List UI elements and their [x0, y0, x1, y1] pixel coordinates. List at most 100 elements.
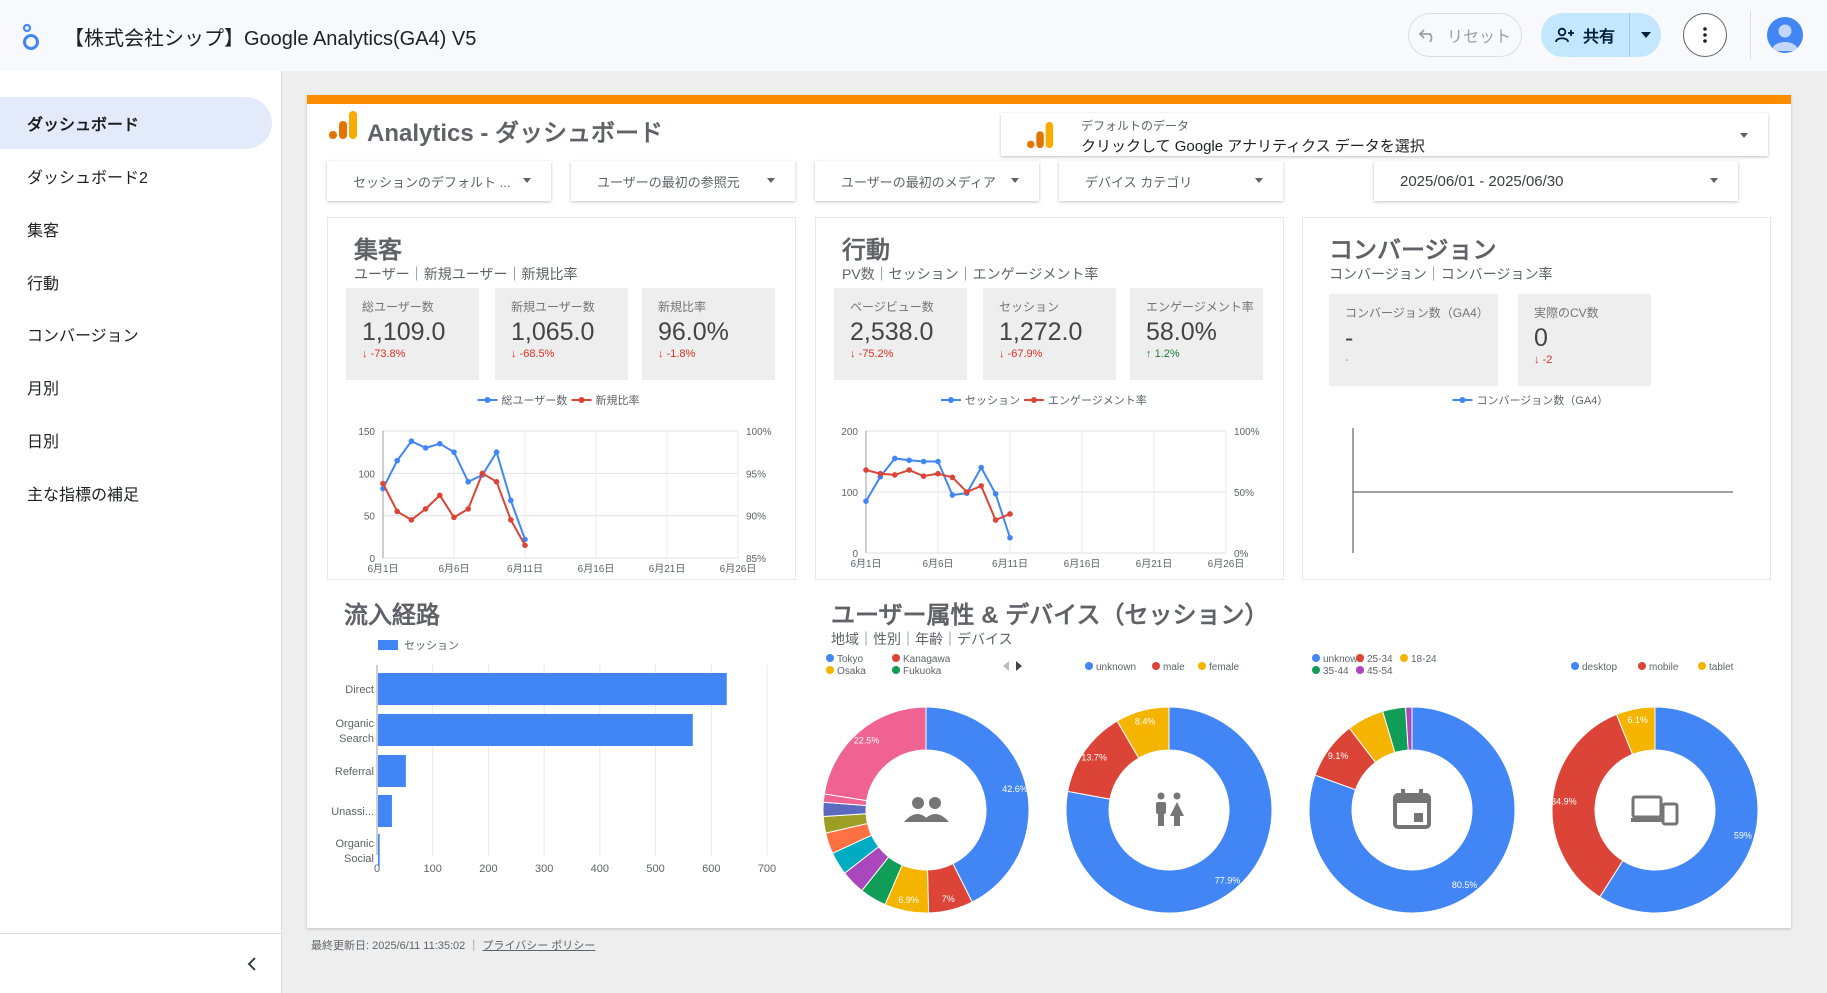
legend-label: コンバージョン数（GA4） — [1477, 394, 1609, 407]
legend-dot — [1638, 662, 1646, 670]
legend-dot — [1085, 662, 1093, 670]
share-dropdown-button[interactable] — [1629, 13, 1661, 57]
y2-tick-label: 100% — [1234, 427, 1260, 438]
account-avatar[interactable] — [1767, 17, 1803, 53]
nav-item-monthly[interactable]: 月別 — [0, 361, 272, 413]
filter-first-user-source[interactable]: ユーザーの最初の参照元 — [571, 161, 795, 201]
people-icon — [904, 797, 949, 822]
more-options-button[interactable] — [1683, 13, 1727, 57]
x-tick-label: 6月21日 — [649, 563, 686, 575]
legend-label: desktop — [1582, 662, 1617, 673]
region-donut-chart[interactable]: Tokyo Kanagawa Osaka Fukuoka 42.6% 7% 6.9% 22.5… — [822, 650, 1047, 915]
filter-first-user-medium[interactable]: ユーザーの最初のメディア — [815, 161, 1039, 201]
behavior-line-chart[interactable]: セッション エンゲージメント率01002000%50%100%6月1日 6月6日 6月… — [816, 388, 1285, 578]
filter-label: デバイス カテゴリ — [1085, 174, 1193, 190]
nav-item-behavior[interactable]: 行動 — [0, 256, 272, 308]
kpi-new-users[interactable]: 新規ユーザー数 1,065.0 ↓ -68.5% — [495, 288, 628, 380]
kpi-engagement-rate[interactable]: エンゲージメント率 58.0% ↑ 1.2% — [1130, 288, 1263, 380]
kpi-conversions-ga4[interactable]: コンバージョン数（GA4） - - — [1329, 294, 1498, 386]
page-navigation-sidebar: ダッシュボード ダッシュボード2 集客 行動 コンバージョン 月別 日別 主な指… — [0, 71, 282, 993]
kpi-value: 1,109.0 — [362, 318, 446, 346]
data-point — [508, 497, 514, 504]
y-tick-label: 200 — [841, 427, 858, 438]
nav-item-dashboard[interactable]: ダッシュボード — [0, 97, 272, 149]
data-source-selector[interactable]: デフォルトのデータ クリックして Google アナリティクス データを選択 — [1001, 113, 1768, 156]
x-tick-label: 6月26日 — [1208, 558, 1245, 570]
legend-label: エンゲージメント率 — [1048, 393, 1147, 407]
chevron-down-icon — [1011, 178, 1019, 183]
x-tick-label: 400 — [591, 863, 609, 875]
traffic-title: 流入経路 — [344, 602, 440, 629]
date-range-control[interactable]: 2025/06/01 - 2025/06/30 — [1374, 161, 1738, 201]
age-donut-chart[interactable]: unknown 25-34 18-2435-44 45-5480.5%9.1% — [1308, 650, 1533, 915]
x-tick-label: 6月26日 — [720, 563, 757, 575]
legend-dot — [1152, 662, 1160, 670]
looker-studio-logo-icon[interactable] — [18, 22, 44, 52]
x-tick-label: 6月1日 — [850, 558, 881, 570]
person-add-icon — [1555, 27, 1574, 43]
reset-button[interactable]: リセット — [1408, 13, 1522, 57]
nav-item-dashboard2[interactable]: ダッシュボード2 — [0, 150, 272, 202]
slice-label: 13.7% — [1081, 752, 1107, 762]
category-label: Organic — [335, 838, 374, 850]
conversion-line-chart[interactable]: コンバージョン数（GA4） — [1303, 388, 1772, 578]
nav-item-metrics-notes[interactable]: 主な指標の補足 — [0, 467, 272, 519]
legend-swatch — [378, 640, 398, 650]
demographics-subtitle: 地域｜性別｜年齢｜デバイス — [831, 631, 1013, 647]
filter-session-default-channel[interactable]: セッションのデフォルト ... — [327, 161, 551, 201]
behavior-panel: 行動 PV数｜セッション｜エンゲージメント率 ページビュー数 2,538.0 ↓… — [815, 217, 1284, 580]
privacy-policy-link[interactable]: プライバシー ポリシー — [482, 940, 595, 952]
bar — [378, 795, 392, 827]
data-point — [992, 517, 999, 523]
collapse-sidebar-button[interactable] — [238, 950, 266, 978]
data-point — [394, 508, 400, 515]
acquisition-title: 集客 — [354, 237, 402, 264]
share-button[interactable]: 共有 — [1541, 13, 1629, 57]
kpi-pageviews[interactable]: ページビュー数 2,538.0 ↓ -75.2% — [834, 288, 967, 380]
category-label: Referral — [335, 766, 374, 778]
data-selector-label: デフォルトのデータ — [1081, 119, 1190, 133]
legend-prev-icon — [1003, 661, 1009, 671]
nav-item-acquisition[interactable]: 集客 — [0, 203, 272, 255]
x-tick-label: 6月6日 — [922, 558, 953, 570]
kpi-delta: ↓ -1.8% — [658, 348, 696, 360]
filter-device-category[interactable]: デバイス カテゴリ — [1059, 161, 1283, 201]
kpi-new-user-rate[interactable]: 新規比率 96.0% ↓ -1.8% — [642, 288, 775, 380]
kpi-total-users[interactable]: 総ユーザー数 1,109.0 ↓ -73.8% — [346, 288, 479, 380]
kpi-label: ページビュー数 — [850, 300, 934, 314]
acquisition-line-chart[interactable]: 総ユーザー数 新規比率05010015085%90%95%100%6月1日 6月6日… — [328, 388, 797, 578]
kpi-label: 実際のCV数 — [1534, 306, 1599, 320]
data-point — [465, 479, 471, 485]
kpi-delta: - — [1345, 354, 1349, 366]
kpi-value: 2,538.0 — [850, 318, 934, 346]
chevron-left-icon — [247, 957, 256, 971]
kpi-sessions[interactable]: セッション 1,272.0 ↓ -67.9% — [983, 288, 1116, 380]
y-tick-label: 100 — [841, 488, 858, 499]
report-title[interactable]: 【株式会社シップ】Google Analytics(GA4) V5 — [64, 22, 476, 51]
nav-item-conversion[interactable]: コンバージョン — [0, 308, 272, 360]
category-label: Search — [339, 733, 374, 745]
device-donut-chart[interactable]: desktop mobile tablet 59% 34.9% 6.1% — [1551, 650, 1776, 915]
kpi-label: セッション — [999, 300, 1060, 314]
data-point — [863, 498, 869, 504]
report-accent-bar — [307, 95, 1791, 104]
filter-label: ユーザーの最初の参照元 — [597, 174, 740, 190]
category-label: Direct — [345, 684, 374, 696]
legend-label: 総ユーザー数 — [502, 393, 568, 407]
date-range-value: 2025/06/01 - 2025/06/30 — [1400, 172, 1564, 190]
legend-label: male — [1163, 662, 1185, 673]
reset-label: リセット — [1446, 29, 1511, 46]
slice-label: 77.9% — [1215, 875, 1241, 885]
footer-separator: ｜ — [468, 940, 480, 952]
bar — [378, 834, 380, 866]
gender-donut-chart[interactable]: unknown male female 77.9% 13.7% 8.4% — [1065, 650, 1290, 915]
nav-item-daily[interactable]: 日別 — [0, 414, 272, 466]
data-point — [437, 440, 443, 447]
kpi-actual-cv[interactable]: 実際のCV数 0 ↓ -2 — [1518, 294, 1651, 386]
data-point — [408, 438, 415, 444]
traffic-bar-chart[interactable]: セッション0 100 200 300 400 500 600 700DirectOrganic… — [307, 635, 797, 905]
legend-label: Kanagawa — [903, 654, 951, 665]
data-point — [422, 506, 429, 512]
data-point — [863, 467, 869, 473]
kpi-value: - — [1345, 324, 1354, 352]
